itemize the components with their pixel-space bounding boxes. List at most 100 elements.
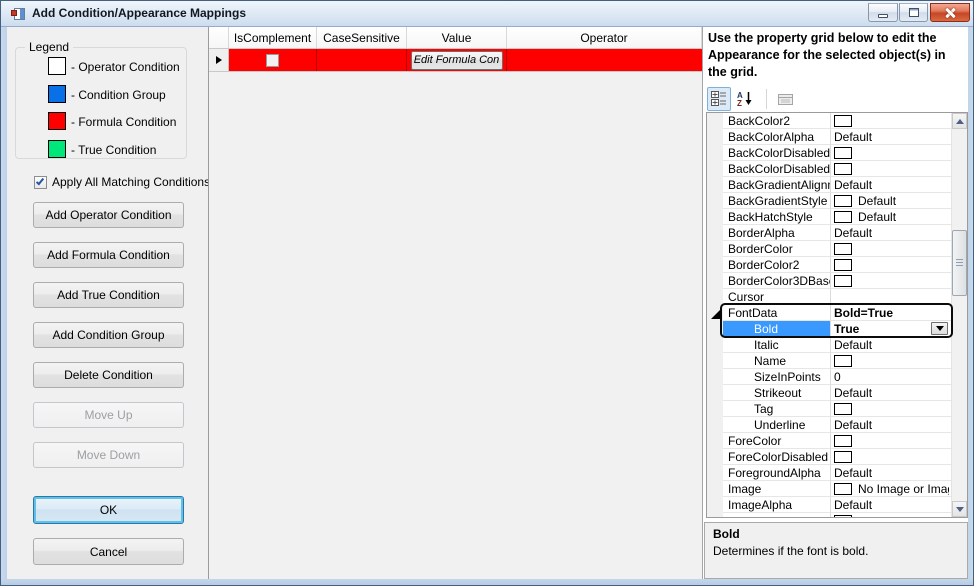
apply-all-label[interactable]: Apply All Matching Conditions bbox=[52, 175, 210, 189]
close-icon bbox=[944, 7, 956, 19]
property-row[interactable]: BorderAlpha Default bbox=[723, 225, 951, 241]
property-row[interactable]: BorderColor bbox=[723, 241, 951, 257]
title-bar[interactable]: Add Condition/Appearance Mappings bbox=[1, 1, 973, 27]
property-row[interactable]: Underline Default bbox=[723, 417, 951, 433]
property-grid: BackColor2 BackColorAlpha Default BackCol… bbox=[706, 112, 968, 518]
instructions-text: Use the property grid below to edit the … bbox=[708, 31, 946, 79]
ok-button[interactable]: OK bbox=[33, 496, 184, 524]
row-header[interactable] bbox=[209, 49, 229, 71]
alphabetical-sort-icon: A Z bbox=[737, 91, 752, 107]
true-condition-swatch bbox=[48, 140, 66, 158]
maximize-button[interactable] bbox=[899, 3, 928, 22]
dialog-window: Add Condition/Appearance Mappings Legend… bbox=[0, 0, 974, 586]
cell-operator[interactable] bbox=[507, 49, 702, 71]
operator-condition-swatch bbox=[48, 57, 66, 75]
check-icon bbox=[35, 176, 45, 185]
image-swatch bbox=[834, 482, 852, 495]
property-row[interactable]: BackGradientStyle Default bbox=[723, 193, 951, 209]
property-row[interactable]: BackHatchStyle Default bbox=[723, 209, 951, 225]
cell-iscomplement[interactable] bbox=[229, 49, 317, 71]
window-frame-left bbox=[1, 27, 7, 579]
property-row[interactable]: ImageNo Image or ImageI bbox=[723, 481, 951, 497]
add-formula-condition-button[interactable]: Add Formula Condition bbox=[33, 242, 184, 268]
property-row[interactable]: Name bbox=[723, 353, 951, 369]
property-row[interactable]: Tag bbox=[723, 401, 951, 417]
property-row[interactable]: BorderColor3DBase bbox=[723, 273, 951, 289]
property-row[interactable]: Cursor bbox=[723, 289, 951, 305]
categorized-button[interactable] bbox=[707, 87, 731, 111]
add-operator-condition-button[interactable]: Add Operator Condition bbox=[33, 202, 184, 228]
property-row-fontdata[interactable]: FontData Bold=True bbox=[723, 305, 951, 321]
delete-condition-button[interactable]: Delete Condition bbox=[33, 362, 184, 388]
cell-casesensitive[interactable] bbox=[317, 49, 407, 71]
grid-corner-header[interactable] bbox=[209, 27, 229, 48]
property-grid-scrollbar[interactable] bbox=[951, 113, 967, 517]
legend-item-label: - Formula Condition bbox=[71, 115, 177, 129]
property-row[interactable]: BorderColor2 bbox=[723, 257, 951, 273]
property-row[interactable]: ForeColor bbox=[723, 433, 951, 449]
add-condition-group-button[interactable]: Add Condition Group bbox=[33, 322, 184, 348]
scroll-down-button[interactable] bbox=[952, 501, 967, 517]
column-header-operator[interactable]: Operator bbox=[507, 27, 702, 48]
expand-collapse-icon[interactable] bbox=[711, 310, 720, 319]
property-row[interactable]: BackColorDisabled bbox=[723, 145, 951, 161]
color-swatch bbox=[834, 450, 852, 463]
cell-value[interactable]: Edit Formula Con bbox=[407, 49, 507, 71]
scrollbar-thumb[interactable] bbox=[952, 230, 967, 296]
property-row[interactable]: Strikeout Default bbox=[723, 385, 951, 401]
dropdown-button[interactable] bbox=[931, 322, 948, 335]
cancel-button[interactable]: Cancel bbox=[33, 538, 184, 565]
property-row[interactable]: ForeColorDisabled bbox=[723, 449, 951, 465]
minimize-button[interactable] bbox=[868, 3, 898, 22]
column-header-value[interactable]: Value bbox=[407, 27, 507, 48]
property-pages-button[interactable] bbox=[773, 87, 799, 111]
color-swatch bbox=[834, 274, 852, 287]
color-swatch bbox=[834, 114, 852, 127]
move-up-button[interactable]: Move Up bbox=[33, 402, 184, 428]
minimize-icon bbox=[878, 14, 888, 18]
iscomplement-checkbox[interactable] bbox=[266, 53, 279, 67]
formula-condition-row[interactable]: Edit Formula Con bbox=[209, 49, 702, 72]
value-swatch bbox=[834, 402, 852, 415]
property-row[interactable]: Italic Default bbox=[723, 337, 951, 353]
scroll-up-button[interactable] bbox=[952, 113, 967, 129]
color-swatch bbox=[834, 258, 852, 271]
help-description: Determines if the font is bold. bbox=[713, 544, 869, 558]
property-row[interactable]: BackColor2 bbox=[723, 113, 951, 129]
edit-formula-condition-button[interactable]: Edit Formula Con bbox=[410, 50, 503, 70]
color-swatch bbox=[834, 242, 852, 255]
form-icon bbox=[10, 6, 26, 22]
alphabetical-sort-button[interactable]: A Z bbox=[733, 87, 757, 111]
close-button[interactable] bbox=[930, 3, 970, 22]
property-row[interactable] bbox=[723, 513, 951, 517]
conditions-grid: IsComplement CaseSensitive Value Operato… bbox=[208, 27, 703, 579]
property-row[interactable]: ImageAlpha Default bbox=[723, 497, 951, 513]
color-swatch bbox=[834, 162, 852, 175]
formula-condition-swatch bbox=[48, 112, 66, 130]
property-row-bold[interactable]: Bold True bbox=[723, 321, 951, 337]
column-header-iscomplement[interactable]: IsComplement bbox=[229, 27, 317, 48]
property-pages-icon bbox=[778, 94, 793, 105]
row-cells: Edit Formula Con bbox=[229, 49, 702, 71]
categorized-icon bbox=[711, 91, 726, 106]
maximize-icon bbox=[908, 8, 919, 17]
apply-all-checkbox[interactable] bbox=[34, 175, 47, 189]
apply-all-checkbox-row[interactable]: Apply All Matching Conditions bbox=[34, 175, 210, 189]
property-row[interactable]: BackColorAlpha Default bbox=[723, 129, 951, 145]
property-grid-rows: BackColor2 BackColorAlpha Default BackCol… bbox=[723, 113, 951, 517]
arrow-down-icon bbox=[955, 506, 964, 512]
color-swatch bbox=[834, 434, 852, 447]
property-row[interactable]: BackGradientAlignm Default bbox=[723, 177, 951, 193]
property-help-box: Bold Determines if the font is bold. bbox=[704, 522, 968, 579]
thumb-grip-icon bbox=[956, 259, 963, 267]
condition-group-swatch bbox=[48, 85, 66, 103]
legend-item-label: - Operator Condition bbox=[71, 60, 180, 74]
property-row[interactable]: SizeInPoints 0 bbox=[723, 369, 951, 385]
column-header-casesensitive[interactable]: CaseSensitive bbox=[317, 27, 407, 48]
chevron-down-icon bbox=[935, 326, 944, 331]
property-row[interactable]: ForegroundAlpha Default bbox=[723, 465, 951, 481]
move-down-button[interactable]: Move Down bbox=[33, 442, 184, 468]
color-swatch bbox=[834, 146, 852, 159]
add-true-condition-button[interactable]: Add True Condition bbox=[33, 282, 184, 308]
property-row[interactable]: BackColorDisabled2 bbox=[723, 161, 951, 177]
